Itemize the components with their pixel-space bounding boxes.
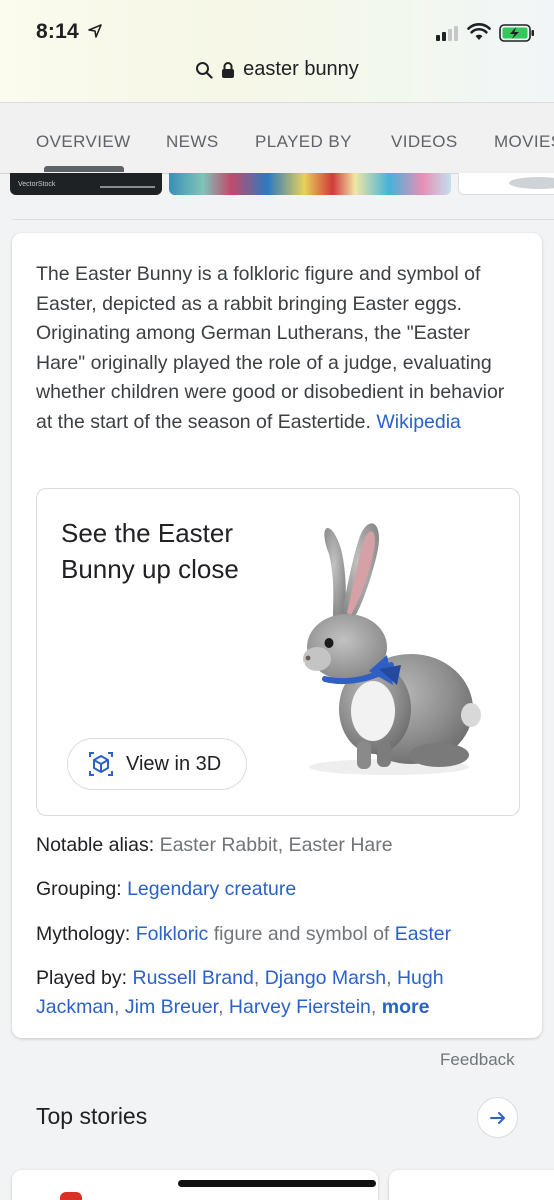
active-tab-indicator <box>44 166 124 172</box>
tab-movies[interactable]: MOVIES <box>494 132 554 152</box>
folkloric-link[interactable]: Folkloric <box>136 923 209 945</box>
easter-bunny-3d-model <box>289 523 481 775</box>
fact-played-by: Played by: Russell Brand, Django Marsh, … <box>36 967 444 1018</box>
top-stories-next-button[interactable] <box>477 1097 518 1138</box>
story-card[interactable] <box>389 1170 554 1200</box>
tab-videos[interactable]: VIDEOS <box>391 132 458 152</box>
grouping-link[interactable]: Legendary creature <box>127 878 296 900</box>
wikipedia-link[interactable]: Wikipedia <box>376 411 461 433</box>
feedback-link[interactable]: Feedback <box>440 1050 515 1070</box>
knowledge-panel: The Easter Bunny is a folkloric figure a… <box>12 233 542 1038</box>
3d-cube-icon <box>89 752 113 776</box>
image-thumbnail[interactable] <box>458 173 554 195</box>
lock-icon <box>222 61 235 78</box>
image-strip: VectorStock <box>0 173 554 197</box>
home-indicator[interactable] <box>178 1180 376 1187</box>
actor-link[interactable]: Harvey Fierstein <box>229 996 371 1018</box>
battery-charging-icon <box>499 24 534 42</box>
wifi-icon <box>467 23 491 40</box>
top-stories-heading: Top stories <box>36 1103 148 1129</box>
status-time: 8:14 <box>36 20 79 43</box>
image-thumbnail[interactable] <box>169 173 451 195</box>
search-icon <box>196 61 213 79</box>
fact-notable-alias: Notable alias: Easter Rabbit, Easter Har… <box>36 834 393 856</box>
view-in-3d-button[interactable]: View in 3D <box>67 738 247 790</box>
image-thumbnail[interactable]: VectorStock <box>10 173 162 195</box>
tab-overview[interactable]: OVERVIEW <box>36 132 131 152</box>
location-arrow-icon <box>88 24 102 38</box>
fact-grouping: Grouping: Legendary creature <box>36 878 297 900</box>
address-query: easter bunny <box>243 58 359 80</box>
cellular-signal-icon <box>436 26 458 41</box>
description-text: The Easter Bunny is a folkloric figure a… <box>36 263 505 433</box>
browser-header: 8:14 easter bunny <box>0 0 554 102</box>
actor-link[interactable]: Django Marsh <box>265 967 386 989</box>
news-source-logo <box>60 1192 82 1200</box>
tab-news[interactable]: NEWS <box>166 132 219 152</box>
view-in-3d-label: View in 3D <box>126 752 222 775</box>
description: The Easter Bunny is a folkloric figure a… <box>36 260 522 437</box>
easter-link[interactable]: Easter <box>395 923 451 945</box>
thumbnail-watermark: VectorStock <box>18 181 56 188</box>
fact-mythology: Mythology: Folkloric figure and symbol o… <box>36 923 452 945</box>
view-3d-title: See the Easter Bunny up close <box>61 518 239 584</box>
search-tabs: OVERVIEW NEWS PLAYED BY VIDEOS MOVIES <box>0 102 554 174</box>
more-link[interactable]: more <box>382 996 430 1018</box>
search-results-page: 8:14 easter bunny OVERVIEW NEWS PLAYED B… <box>0 0 554 1200</box>
divider <box>12 219 554 220</box>
actor-link[interactable]: Jim Breuer <box>125 996 218 1018</box>
actor-link[interactable]: Russell Brand <box>132 967 253 989</box>
arrow-right-icon <box>489 1111 505 1124</box>
view-3d-card[interactable]: See the Easter Bunny up close View in 3D <box>36 488 520 816</box>
address-bar[interactable]: easter bunny <box>0 58 554 81</box>
tab-played-by[interactable]: PLAYED BY <box>255 132 352 152</box>
